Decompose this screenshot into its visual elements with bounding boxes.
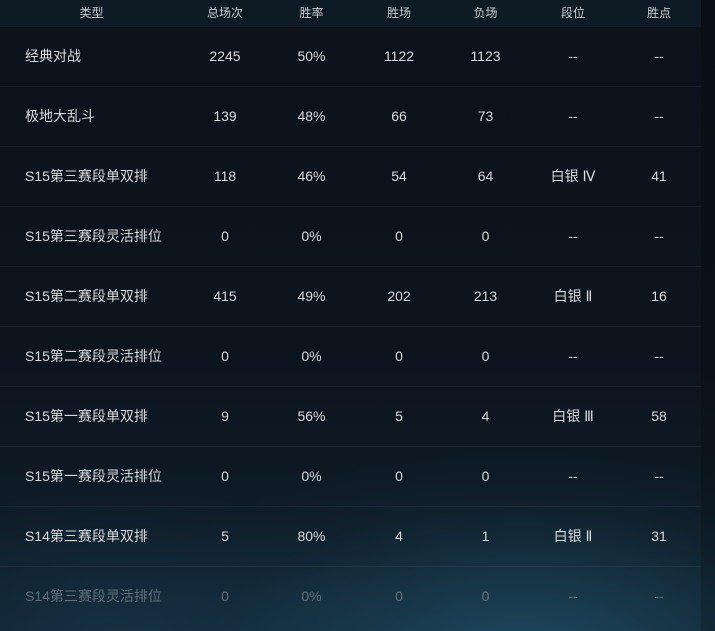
cell-wins: 54 xyxy=(391,168,407,184)
cell-total: 0 xyxy=(221,588,229,605)
cell-type: 经典对战 xyxy=(25,48,81,64)
cell-lp: -- xyxy=(654,108,664,124)
cell-win-rate: 56% xyxy=(297,408,326,424)
header-losses[interactable]: 负场 xyxy=(442,0,529,26)
cell-rank: 白银 Ⅲ xyxy=(552,408,594,424)
cell-lp: -- xyxy=(654,228,664,244)
cell-type: S15第二赛段单双排 xyxy=(25,288,148,304)
cell-wins: 1122 xyxy=(383,48,415,64)
cell-lp: -- xyxy=(654,468,664,484)
cell-losses: 64 xyxy=(477,168,494,184)
header-win-rate[interactable]: 胜率 xyxy=(267,0,356,26)
cell-type: S14第三赛段灵活排位 xyxy=(25,588,162,605)
stats-table: 类型 总场次 胜率 胜场 负场 段位 胜点 经典对战 2245 50% 1122… xyxy=(0,0,701,626)
table-row: S15第一赛段单双排 9 56% 5 4 白银 Ⅲ 58 xyxy=(0,386,701,446)
cell-lp: 41 xyxy=(651,168,667,184)
table-row: S14第三赛段单双排 5 80% 4 1 白银 Ⅱ 31 xyxy=(0,506,701,566)
scrollbar-track[interactable] xyxy=(701,0,715,631)
cell-total: 0 xyxy=(221,468,229,484)
cell-rank: -- xyxy=(568,588,578,605)
cell-losses: 0 xyxy=(481,588,490,605)
cell-type: S15第三赛段单双排 xyxy=(25,168,148,184)
cell-win-rate: 46% xyxy=(297,168,326,184)
cell-win-rate: 80% xyxy=(297,528,326,544)
cell-losses: 0 xyxy=(481,348,490,364)
table-row: S15第二赛段单双排 415 49% 202 213 白银 Ⅱ 16 xyxy=(0,266,701,326)
cell-lp: 31 xyxy=(651,528,667,544)
cell-rank: -- xyxy=(568,108,578,124)
cell-win-rate: 0% xyxy=(301,468,322,484)
cell-wins: 202 xyxy=(387,288,411,304)
cell-rank: 白银 Ⅱ xyxy=(553,528,593,544)
cell-wins: 0 xyxy=(395,588,403,605)
cell-losses: 1 xyxy=(481,528,490,544)
header-rank[interactable]: 段位 xyxy=(529,0,617,26)
table-row: S15第一赛段灵活排位 0 0% 0 0 -- -- xyxy=(0,446,701,506)
table-row: S15第三赛段灵活排位 0 0% 0 0 -- -- xyxy=(0,206,701,266)
cell-wins: 4 xyxy=(395,528,403,544)
table-body: 经典对战 2245 50% 1122 1123 -- -- 极地大乱斗 139 … xyxy=(0,26,701,626)
table-row: S14第三赛段灵活排位 0 0% 0 0 -- -- xyxy=(0,566,701,626)
cell-win-rate: 0% xyxy=(301,228,322,244)
cell-total: 0 xyxy=(221,228,229,244)
cell-losses: 73 xyxy=(477,108,494,124)
cell-lp: -- xyxy=(654,588,664,605)
cell-lp: -- xyxy=(654,48,664,64)
cell-rank: -- xyxy=(568,348,578,364)
cell-total: 0 xyxy=(221,348,229,364)
cell-total: 118 xyxy=(213,168,237,184)
cell-wins: 0 xyxy=(395,348,403,364)
table-row: S15第二赛段灵活排位 0 0% 0 0 -- -- xyxy=(0,326,701,386)
cell-wins: 0 xyxy=(395,228,403,244)
cell-type: S15第一赛段灵活排位 xyxy=(25,468,162,484)
cell-total: 2245 xyxy=(209,48,241,64)
cell-lp: 58 xyxy=(651,408,667,424)
cell-wins: 0 xyxy=(395,468,403,484)
cell-win-rate: 48% xyxy=(297,108,326,124)
cell-wins: 66 xyxy=(391,108,407,124)
cell-rank: -- xyxy=(568,48,578,64)
cell-win-rate: 0% xyxy=(301,348,322,364)
cell-win-rate: 50% xyxy=(297,48,326,64)
header-total[interactable]: 总场次 xyxy=(183,0,267,26)
cell-win-rate: 0% xyxy=(301,588,322,605)
cell-total: 9 xyxy=(221,408,229,424)
cell-losses: 213 xyxy=(473,288,498,304)
cell-losses: 1123 xyxy=(470,48,501,64)
cell-total: 415 xyxy=(213,288,237,304)
header-row: 类型 总场次 胜率 胜场 负场 段位 胜点 xyxy=(0,0,701,26)
cell-type: S15第二赛段灵活排位 xyxy=(25,348,162,364)
cell-rank: 白银 Ⅳ xyxy=(550,168,596,184)
table-header: 类型 总场次 胜率 胜场 负场 段位 胜点 xyxy=(0,0,701,26)
cell-rank: -- xyxy=(568,468,578,484)
header-wins[interactable]: 胜场 xyxy=(356,0,442,26)
table-row: S15第三赛段单双排 118 46% 54 64 白银 Ⅳ 41 xyxy=(0,146,701,206)
cell-losses: 4 xyxy=(481,408,490,424)
cell-win-rate: 49% xyxy=(297,288,326,304)
cell-type: S15第三赛段灵活排位 xyxy=(25,228,162,244)
cell-rank: 白银 Ⅱ xyxy=(553,288,593,304)
header-type[interactable]: 类型 xyxy=(0,0,183,26)
cell-type: S15第一赛段单双排 xyxy=(25,408,148,424)
cell-lp: -- xyxy=(654,348,664,364)
ranked-stats-panel: 类型 总场次 胜率 胜场 负场 段位 胜点 经典对战 2245 50% 1122… xyxy=(0,0,715,631)
cell-losses: 0 xyxy=(481,228,490,244)
table-row: 极地大乱斗 139 48% 66 73 -- -- xyxy=(0,86,701,146)
header-lp[interactable]: 胜点 xyxy=(617,0,701,26)
cell-type: S14第三赛段单双排 xyxy=(25,528,148,544)
cell-type: 极地大乱斗 xyxy=(25,108,95,124)
cell-wins: 5 xyxy=(395,408,403,424)
cell-total: 139 xyxy=(213,108,237,124)
cell-lp: 16 xyxy=(651,288,667,304)
cell-total: 5 xyxy=(221,528,229,544)
table-row: 经典对战 2245 50% 1122 1123 -- -- xyxy=(0,26,701,86)
cell-rank: -- xyxy=(568,228,578,244)
cell-losses: 0 xyxy=(481,468,490,484)
